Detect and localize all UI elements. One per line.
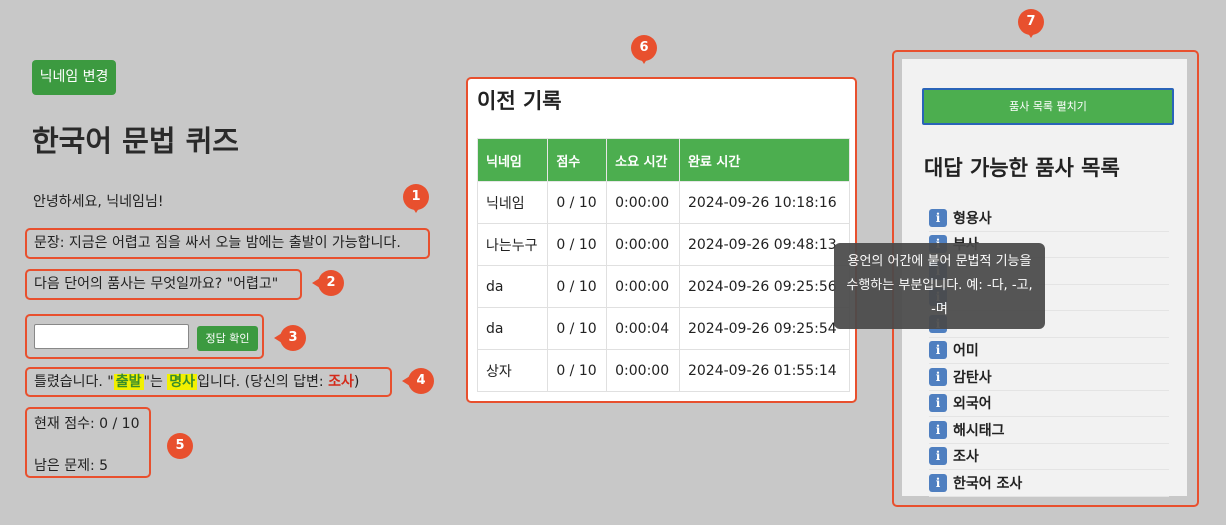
history-table: 닉네임 점수 소요 시간 완료 시간 닉네임 0 / 10 0:00:00 20… [476, 138, 851, 392]
question-callout: 다음 단어의 품사는 무엇일까요? "어렵고" [25, 269, 302, 300]
info-icon: i [929, 447, 947, 466]
pos-item-label: 한국어 조사 [953, 475, 1023, 492]
cell-score: 0 / 10 [547, 307, 608, 350]
list-item[interactable]: i 해시태그 [929, 417, 1169, 444]
info-icon: i [929, 473, 947, 492]
history-panel: 이전 기록 닉네임 점수 소요 시간 완료 시간 닉네임 0 / 10 0:00… [466, 77, 857, 403]
table-row: 상자 0 / 10 0:00:00 2024-09-26 01:55:14 [476, 349, 851, 392]
column-header: 닉네임 [476, 138, 549, 182]
cell-nickname: 닉네임 [476, 181, 549, 224]
cell-nickname: da [476, 265, 549, 308]
info-icon: i [929, 367, 947, 386]
column-header: 소요 시간 [606, 138, 680, 182]
list-item[interactable]: i 한국어 조사 [929, 470, 1169, 497]
cell-duration: 0:00:00 [606, 265, 680, 308]
cell-score: 0 / 10 [547, 223, 608, 266]
cell-completed: 2024-09-26 09:25:54 [678, 307, 851, 350]
cell-score: 0 / 10 [547, 265, 608, 308]
cell-nickname: 상자 [476, 349, 549, 392]
info-icon: i [929, 420, 947, 439]
score-callout: 현재 점수: 0 / 10 남은 문제: 5 [25, 407, 151, 478]
cell-completed: 2024-09-26 09:25:56 [678, 265, 851, 308]
info-icon: i [929, 208, 947, 227]
pos-tooltip: 용언의 어간에 붙어 문법적 기능을 수행하는 부분입니다. 예: -다, -고… [834, 243, 1045, 329]
page-title: 한국어 문법 퀴즈 [32, 124, 239, 158]
cell-nickname: 나는누구 [476, 223, 549, 266]
expand-pos-list-button[interactable]: 품사 목록 펼치기 [922, 88, 1174, 125]
current-score: 현재 점수: 0 / 10 [34, 416, 140, 432]
list-item[interactable]: i 외국어 [929, 391, 1169, 417]
cell-completed: 2024-09-26 01:55:14 [678, 349, 851, 392]
marker-5: 5 [167, 433, 193, 459]
pos-heading: 대답 가능한 품사 목록 [924, 156, 1120, 180]
feedback-prefix: 틀렸습니다. " [34, 374, 114, 390]
answer-input[interactable] [34, 324, 189, 349]
sentence-text: 문장: 지금은 어렵고 짐을 싸서 오늘 밤에는 출발이 가능합니다. [34, 235, 401, 251]
column-header: 점수 [547, 138, 608, 182]
marker-2: 2 [312, 270, 344, 296]
history-title: 이전 기록 [477, 89, 562, 113]
table-row: da 0 / 10 0:00:00 2024-09-26 09:25:56 [476, 265, 851, 308]
cell-nickname: da [476, 307, 549, 350]
feedback-close: ) [353, 374, 360, 390]
pos-item-label: 외국어 [953, 396, 992, 413]
table-row: 닉네임 0 / 10 0:00:00 2024-09-26 10:18:16 [476, 181, 851, 224]
cell-duration: 0:00:00 [606, 223, 680, 266]
question-text: 다음 단어의 품사는 무엇일까요? "어렵고" [34, 276, 279, 292]
feedback-callout: 틀렸습니다. " 출발 "는 명사 입니다. (당신의 답변: 조사) [25, 367, 392, 397]
feedback-user-answer: 조사 [328, 374, 354, 390]
list-item[interactable]: i 형용사 [929, 205, 1169, 232]
answer-callout: 정답 확인 [25, 314, 264, 359]
greeting-text: 안녕하세요, 닉네임님! [33, 194, 164, 210]
table-row: da 0 / 10 0:00:04 2024-09-26 09:25:54 [476, 307, 851, 350]
pos-item-label: 조사 [953, 449, 979, 466]
sentence-callout: 문장: 지금은 어렵고 짐을 싸서 오늘 밤에는 출발이 가능합니다. [25, 228, 430, 259]
marker-3: 3 [274, 325, 306, 351]
marker-4: 4 [402, 368, 434, 394]
pos-item-label: 형용사 [953, 210, 992, 227]
pos-item-label: 어미 [953, 343, 979, 360]
list-item[interactable]: i 어미 [929, 338, 1169, 364]
table-row: 나는누구 0 / 10 0:00:00 2024-09-26 09:48:13 [476, 223, 851, 266]
check-answer-button[interactable]: 정답 확인 [197, 326, 258, 351]
change-nickname-button[interactable]: 닉네임 변경 [32, 60, 116, 95]
marker-7: 7 [1018, 9, 1044, 38]
feedback-word: 출발 [113, 374, 144, 390]
cell-completed: 2024-09-26 10:18:16 [678, 181, 851, 224]
info-icon: i [929, 394, 947, 413]
list-item[interactable]: i 조사 [929, 444, 1169, 470]
cell-completed: 2024-09-26 09:48:13 [678, 223, 851, 266]
list-item[interactable]: i 감탄사 [929, 364, 1169, 391]
cell-duration: 0:00:00 [606, 181, 680, 224]
cell-score: 0 / 10 [547, 181, 608, 224]
feedback-mid: "는 [143, 374, 168, 390]
cell-duration: 0:00:04 [606, 307, 680, 350]
cell-duration: 0:00:00 [606, 349, 680, 392]
info-icon: i [929, 341, 947, 360]
feedback-suffix: 입니다. (당신의 답변: [197, 374, 329, 390]
remaining-questions: 남은 문제: 5 [34, 458, 109, 474]
marker-1: 1 [403, 184, 429, 213]
history-header-row: 닉네임 점수 소요 시간 완료 시간 [476, 138, 851, 182]
cell-score: 0 / 10 [547, 349, 608, 392]
marker-6: 6 [631, 35, 657, 64]
pos-item-label: 감탄사 [953, 369, 992, 386]
pos-item-label: 해시태그 [953, 422, 1005, 439]
column-header: 완료 시간 [678, 138, 851, 182]
feedback-pos: 명사 [167, 374, 198, 390]
